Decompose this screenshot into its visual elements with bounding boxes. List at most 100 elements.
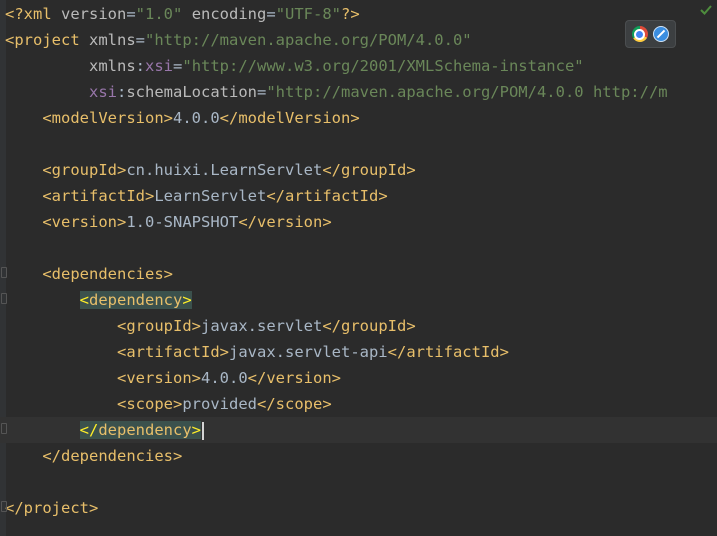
- code-token: >: [117, 161, 127, 179]
- code-line-text: <artifactId>javax.servlet-api</artifactI…: [5, 339, 509, 365]
- code-token: artifactId: [126, 343, 220, 361]
- code-token: >: [191, 317, 201, 335]
- code-line[interactable]: </dependencies>: [0, 443, 717, 469]
- code-line-text: <dependencies>: [5, 261, 173, 287]
- code-token: groupId: [51, 161, 117, 179]
- code-token: xmlns: [89, 57, 136, 75]
- code-token: schemaLocation: [126, 83, 257, 101]
- code-line[interactable]: <artifactId>LearnServlet</artifactId>: [0, 183, 717, 209]
- code-line[interactable]: <?xml version="1.0" encoding="UTF-8"?>: [0, 1, 717, 27]
- code-token: LearnServlet: [154, 187, 267, 205]
- code-line-text: <groupId>cn.huixi.LearnServlet</groupId>: [5, 157, 415, 183]
- code-token: "1.0": [135, 5, 183, 23]
- code-token: >: [350, 109, 360, 127]
- code-token: modelVersion: [51, 109, 164, 127]
- code-token: >: [322, 213, 332, 231]
- code-token: <: [116, 343, 127, 361]
- fold-marker-project-end[interactable]: [1, 501, 7, 512]
- code-token: <: [42, 109, 52, 127]
- code-line[interactable]: <groupId>cn.huixi.LearnServlet</groupId>: [0, 157, 717, 183]
- code-token: >: [182, 291, 192, 309]
- code-token: >: [499, 343, 509, 361]
- code-token: >: [145, 187, 155, 205]
- code-token: scope: [126, 395, 173, 413]
- fold-marker-dependency-end[interactable]: [1, 423, 7, 434]
- code-token: </: [322, 161, 341, 179]
- code-line-text: <version>1.0-SNAPSHOT</version>: [5, 209, 332, 235]
- code-token: <?: [5, 5, 24, 23]
- code-line[interactable]: <scope>provided</scope>: [0, 391, 717, 417]
- code-line[interactable]: <groupId>javax.servlet</groupId>: [0, 313, 717, 339]
- code-line-text: <project xmlns="http://maven.apache.org/…: [5, 27, 472, 53]
- code-token: artifactId: [51, 187, 145, 205]
- inspection-ok-icon[interactable]: [700, 4, 712, 16]
- code-line-text: <scope>provided</scope>: [5, 391, 332, 417]
- code-token: >: [89, 499, 99, 517]
- code-line-text: </dependency>: [5, 417, 204, 443]
- code-token: </: [238, 213, 257, 231]
- code-token: =: [135, 31, 146, 49]
- code-token: version: [126, 369, 192, 387]
- code-token: >: [406, 317, 416, 335]
- code-line-text: <dependency>: [5, 287, 192, 313]
- code-line[interactable]: xmlns:xsi="http://www.w3.org/2001/XMLSch…: [0, 53, 717, 79]
- code-token: <: [116, 395, 127, 413]
- fold-marker-dependency[interactable]: [1, 293, 7, 304]
- code-line-text: </project>: [5, 495, 98, 521]
- code-token: 4.0.0: [173, 109, 220, 127]
- code-token: version: [51, 213, 117, 231]
- code-token: <: [42, 187, 52, 205]
- code-token: >: [163, 109, 173, 127]
- code-token: <: [116, 317, 127, 335]
- code-token: <: [42, 265, 52, 283]
- code-line[interactable]: <dependencies>: [0, 261, 717, 287]
- code-token: >: [173, 395, 183, 413]
- code-token: xsi: [89, 83, 117, 101]
- code-token: artifactId: [285, 187, 379, 205]
- code-token: </: [247, 369, 267, 387]
- code-line[interactable]: [0, 235, 717, 261]
- code-line[interactable]: <dependency>: [0, 287, 717, 313]
- code-line[interactable]: [0, 469, 717, 495]
- code-token: >: [163, 265, 173, 283]
- code-token: </: [257, 395, 276, 413]
- code-line[interactable]: </project>: [0, 495, 717, 521]
- code-token: >: [219, 343, 229, 361]
- code-token: <: [42, 161, 52, 179]
- chrome-icon[interactable]: [631, 26, 648, 42]
- code-token: provided: [182, 395, 257, 413]
- code-token: </: [219, 109, 239, 127]
- code-token: <: [42, 213, 52, 231]
- code-token: project: [14, 31, 89, 49]
- code-line-text: <groupId>javax.servlet</groupId>: [5, 313, 416, 339]
- code-token: dependency: [98, 421, 192, 439]
- code-token: xmlns: [89, 31, 136, 49]
- code-line[interactable]: <artifactId>javax.servlet-api</artifactI…: [0, 339, 717, 365]
- code-token: :: [117, 83, 127, 101]
- text-caret: [202, 421, 204, 440]
- code-editor[interactable]: <?xml version="1.0" encoding="UTF-8"?> <p…: [0, 0, 717, 536]
- code-line[interactable]: </dependency>: [0, 417, 717, 443]
- code-line[interactable]: <version>1.0-SNAPSHOT</version>: [0, 209, 717, 235]
- safari-icon[interactable]: [653, 26, 670, 42]
- code-token: "http://www.w3.org/2001/XMLSchema-instan…: [182, 57, 584, 75]
- code-token: =: [257, 83, 267, 101]
- code-token: "http://maven.apache.org/POM/4.0.0 http:…: [266, 83, 668, 101]
- code-token: xsi: [145, 57, 174, 75]
- code-line[interactable]: xsi:schemaLocation="http://maven.apache.…: [0, 79, 717, 105]
- code-line[interactable]: <modelVersion>4.0.0</modelVersion>: [0, 105, 717, 131]
- code-token: :: [135, 57, 146, 75]
- code-line[interactable]: <project xmlns="http://maven.apache.org/…: [0, 27, 717, 53]
- code-line[interactable]: <version>4.0.0</version>: [0, 365, 717, 391]
- fold-marker-dependencies[interactable]: [1, 267, 7, 278]
- code-token: version: [257, 213, 323, 231]
- code-line[interactable]: [0, 131, 717, 157]
- code-token: version: [266, 369, 332, 387]
